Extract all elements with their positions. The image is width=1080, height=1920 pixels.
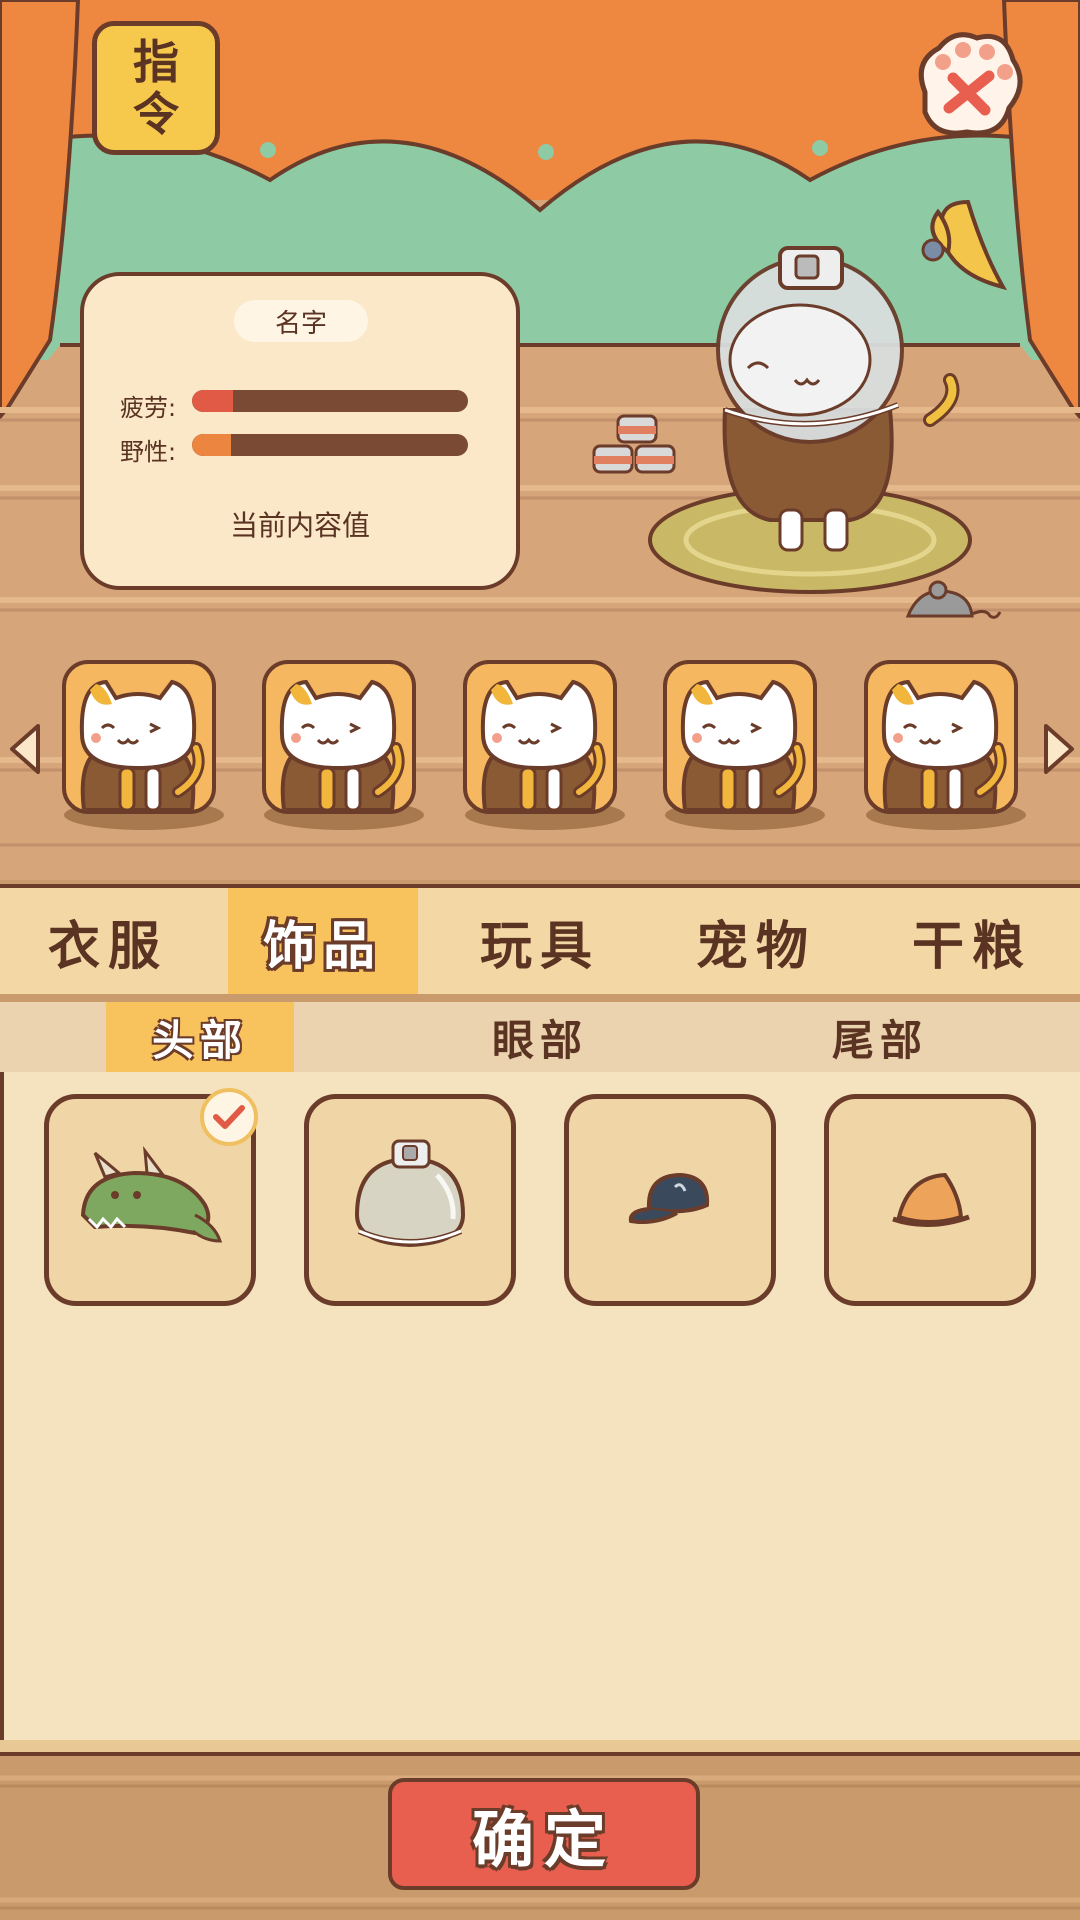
subtab-1[interactable]: 眼部 [400,1002,680,1072]
cat-food-cans [592,414,676,474]
command-label: 指令 [133,35,179,141]
command-button[interactable]: 指令 [92,21,220,155]
cat-name: 名字 [234,300,368,342]
roster-cat-card[interactable] [262,660,416,814]
mouse-toy-icon [905,580,1002,619]
tab-4[interactable]: 干粮 [864,888,1080,994]
confirm-button[interactable]: 确定 [388,1778,700,1890]
item-grid-border [0,1740,1080,1756]
roster-cat-card[interactable] [463,660,617,814]
tab-0[interactable]: 衣服 [0,888,216,994]
wildness-label: 野性: [120,438,177,466]
subtab-2[interactable]: 尾部 [740,1002,1020,1072]
fatigue-label: 疲劳: [120,394,177,422]
triangle-right-icon[interactable] [1038,722,1078,776]
tab-2[interactable]: 玩具 [432,888,648,994]
roster-cat-card[interactable] [62,660,216,814]
item-orange-hat[interactable] [824,1094,1036,1306]
subtab-0[interactable]: 头部 [106,1002,294,1072]
navy-cap-icon [628,1172,710,1224]
cat-stats-panel: 名字 疲劳: 野性: 当前内容值 [80,272,520,590]
triangle-left-icon[interactable] [6,722,46,776]
tab-3[interactable]: 宠物 [648,888,864,994]
selected-check-icon [200,1088,258,1146]
cat-portrait-icon [79,679,205,810]
astronaut-helmet-icon [354,1139,466,1248]
wildness-bar-fill [192,434,231,456]
dinosaur-hat-icon [80,1145,223,1243]
paw-close-icon[interactable] [905,22,1030,147]
roster-cat-card[interactable] [864,660,1018,814]
content-value-label: 当前内容值 [229,509,370,542]
tab-1[interactable]: 饰品 [228,888,418,994]
cat-portrait-icon [279,679,405,810]
roster-cat-card[interactable] [663,660,817,814]
cat-portrait-icon [480,679,606,810]
item-astronaut-helmet[interactable] [304,1094,516,1306]
cat-portrait-icon [680,679,806,810]
cat-portrait-icon [881,679,1007,810]
orange-hat-icon [892,1172,970,1228]
fatigue-bar-fill [192,390,234,412]
wildness-bar [192,434,468,456]
category-tabs: 衣服 饰品 玩具 宠物 干粮 [0,884,1080,994]
item-navy-cap[interactable] [564,1094,776,1306]
butterfly-icon [921,199,1008,291]
fatigue-bar [192,390,468,412]
subcategory-tabs: 头部 眼部 尾部 [0,1002,1080,1072]
